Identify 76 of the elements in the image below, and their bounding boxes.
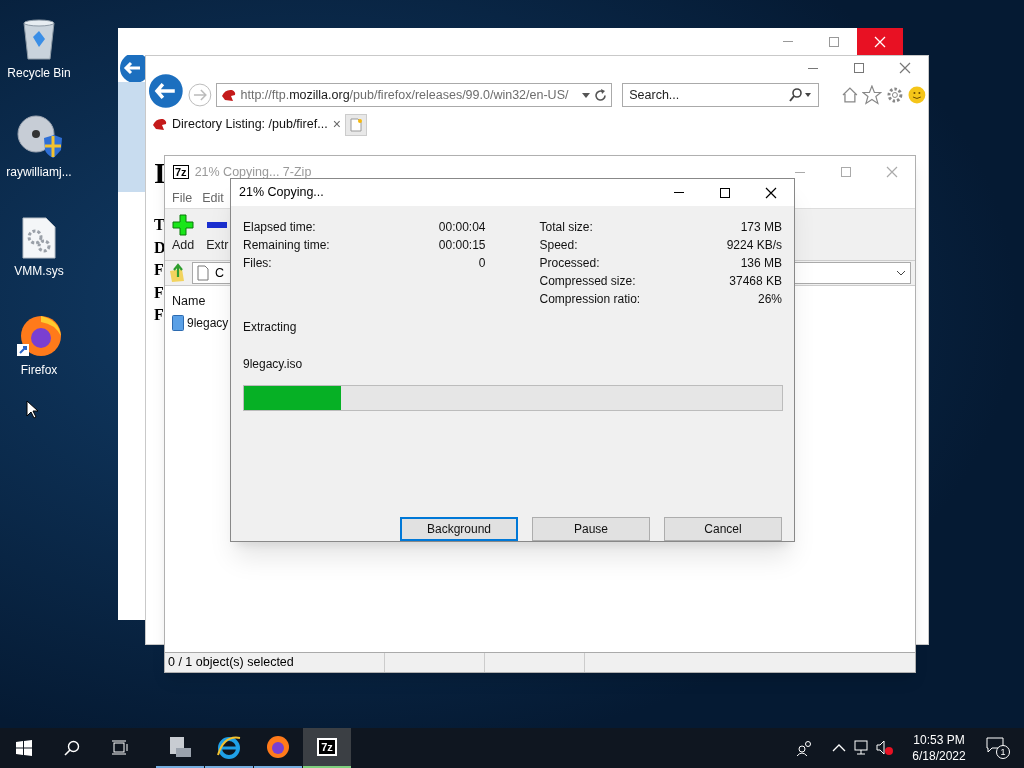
stat-value: 173 MB — [740, 219, 782, 236]
dialog-title: 21% Copying... — [239, 184, 325, 202]
smiley-icon[interactable] — [908, 86, 926, 104]
notification-icon[interactable] — [986, 737, 1004, 753]
date-text: 6/18/2022 — [912, 748, 966, 764]
file-name[interactable]: 9legacy — [187, 314, 229, 332]
tab-title: Directory Listing: /pub/firef... — [172, 115, 329, 133]
dropdown-icon[interactable] — [582, 92, 591, 98]
stat-label: Compressed size: — [539, 273, 636, 290]
firefox-icon — [266, 735, 290, 759]
chevron-up-icon[interactable] — [832, 744, 846, 752]
dialog-button[interactable]: Background — [400, 517, 518, 541]
server-icon — [168, 736, 192, 758]
time-text: 10:53 PM — [913, 732, 965, 748]
browser-e-icon — [216, 735, 242, 759]
stat-value: 136 MB — [740, 255, 782, 272]
people-icon[interactable] — [796, 740, 814, 756]
dialog-button[interactable]: Pause — [532, 517, 650, 541]
muted-speaker-icon[interactable] — [876, 740, 894, 756]
file-icon — [197, 265, 209, 281]
toolbar-button[interactable]: Add — [172, 214, 195, 255]
clock[interactable]: 10:53 PM 6/18/2022 — [904, 732, 974, 764]
archiver-logo: 7z — [173, 165, 189, 179]
notification-badge: 1 — [996, 745, 1010, 759]
gear-file-icon — [22, 217, 56, 259]
stat-label: Processed: — [539, 255, 600, 272]
page-text: I — [154, 158, 166, 188]
page-text: F — [154, 260, 164, 280]
stat-value: 26% — [757, 291, 782, 308]
stat-value: 00:00:04 — [438, 219, 486, 236]
stat-label: Speed: — [539, 237, 578, 254]
address-bar[interactable]: http://ftp.mozilla.org/pub/firefox/releases/99.0/win32/en-US/ — [215, 83, 613, 107]
settings-icon[interactable] — [886, 86, 905, 104]
stat-value: 0 — [478, 255, 486, 272]
menu-item[interactable]: Edit — [202, 188, 224, 208]
star-icon[interactable] — [862, 85, 883, 105]
task-view-icon[interactable] — [111, 740, 129, 756]
plus-icon — [172, 214, 195, 237]
status-text: 0 / 1 object(s) selected — [165, 653, 385, 672]
windows-logo-icon[interactable] — [16, 740, 32, 756]
stat-label: Remaining time: — [243, 237, 330, 254]
tab-close-button[interactable]: × — [332, 114, 341, 134]
mouse-pointer-icon — [26, 400, 38, 419]
page-text: F — [154, 282, 164, 303]
minus-icon — [207, 222, 228, 229]
stat-label: Files: — [243, 255, 272, 272]
taskbar-app[interactable]: 7z — [303, 728, 351, 768]
dialog-button[interactable]: Cancel — [664, 517, 782, 541]
stat-value: 00:00:15 — [438, 237, 486, 254]
stat-value: 9224 KB/s — [726, 237, 782, 254]
home-icon[interactable] — [840, 86, 859, 104]
desktop-icon-label[interactable]: Recycle Bin — [7, 65, 71, 81]
toolbar-button[interactable]: Extr — [206, 214, 229, 255]
disc-shield-icon — [16, 114, 62, 160]
back-arrow-icon[interactable] — [118, 55, 145, 82]
refresh-icon[interactable] — [594, 88, 608, 102]
stat-label: Compression ratio: — [539, 291, 641, 308]
url-text: http://ftp.mozilla.org/pub/firefox/releases/99.0/win32/en-US/ — [240, 86, 569, 104]
chevron-down-icon[interactable] — [896, 270, 906, 276]
archiver-logo: 7z — [317, 738, 337, 756]
stat-value: 37468 KB — [729, 273, 782, 290]
stat-label: Elapsed time: — [243, 219, 316, 236]
desktop-icon-label[interactable]: Firefox — [20, 362, 58, 378]
menu-item[interactable]: File — [172, 188, 193, 208]
new-page-icon — [350, 118, 362, 132]
desktop-icon-label[interactable]: VMM.sys — [14, 263, 64, 279]
stat-label: Total size: — [539, 219, 593, 236]
operation-label: Extracting — [243, 319, 298, 336]
search-icon[interactable] — [64, 740, 80, 756]
window-title: 21% Copying... 7-Zip — [194, 163, 313, 181]
page-text: T — [154, 215, 165, 235]
file-name: 9legacy.iso — [243, 356, 304, 373]
search-field[interactable]: Search... — [622, 83, 819, 107]
page-text: F — [154, 305, 164, 325]
desktop-icon-label[interactable]: raywilliamj... — [6, 164, 72, 180]
search-icon[interactable] — [787, 88, 812, 102]
